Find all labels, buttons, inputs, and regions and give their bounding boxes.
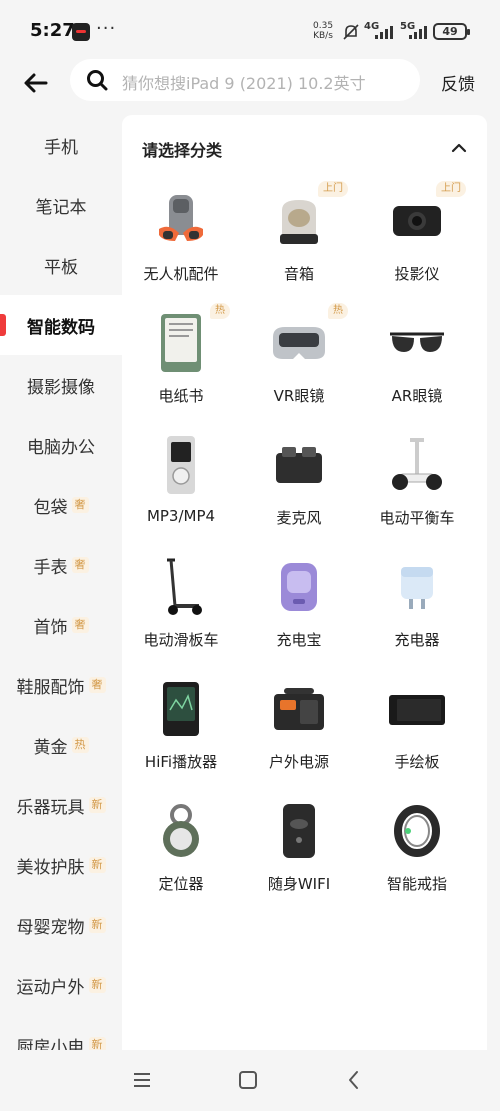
category-item-outdoor-power[interactable]: 户外电源 — [240, 671, 358, 793]
mp3-player-icon — [145, 429, 217, 501]
category-item-portable-wifi[interactable]: 随身WIFI — [240, 793, 358, 915]
category-item-tracker[interactable]: 定位器 — [122, 793, 240, 915]
sidebar-item-instruments-toys[interactable]: 乐器玩具新 — [0, 775, 122, 835]
chevron-up-icon[interactable] — [448, 137, 470, 159]
category-item-speaker[interactable]: 上门 音箱 — [240, 181, 358, 305]
power-bank-icon — [263, 551, 335, 623]
portable-wifi-icon — [263, 795, 335, 867]
sidebar-item-tablet[interactable]: 平板 — [0, 235, 122, 295]
sidebar-item-office[interactable]: 电脑办公 — [0, 415, 122, 475]
tracker-icon — [145, 795, 217, 867]
header: 猜你想搜iPad 9 (2021) 10.2英寸 反馈 — [0, 58, 500, 108]
category-item-kick-scooter[interactable]: 电动滑板车 — [122, 549, 240, 671]
sidebar-item-gold[interactable]: 黄金热 — [0, 715, 122, 775]
kick-scooter-icon — [145, 551, 217, 623]
status-bar: 5:27 ··· 0.35 KB/s 4G 5G 49 — [0, 0, 500, 58]
ereader-icon — [145, 307, 217, 379]
onsite-tag: 上门 — [436, 181, 466, 197]
charger-icon — [381, 551, 453, 623]
category-item-ar-glasses[interactable]: AR眼镜 — [358, 305, 476, 427]
luxury-tag: 奢 — [71, 497, 89, 513]
smart-ring-icon — [381, 795, 453, 867]
sidebar-item-smart-digital[interactable]: 智能数码 — [0, 295, 122, 355]
balance-scooter-icon — [381, 429, 453, 501]
drawing-tablet-icon — [381, 673, 453, 745]
hot-tag: 热 — [328, 303, 348, 319]
app-notification-icon — [72, 23, 90, 41]
system-nav-bar — [0, 1050, 500, 1111]
hifi-player-icon — [145, 673, 217, 745]
sidebar-item-phone[interactable]: 手机 — [0, 115, 122, 175]
luxury-tag: 奢 — [71, 617, 89, 633]
back-icon[interactable] — [342, 1068, 366, 1092]
category-panel: 请选择分类 无人机配件 上门 音箱 上门 投影仪 热 电纸书 热 VR眼镜 AR… — [122, 115, 487, 1065]
category-item-projector[interactable]: 上门 投影仪 — [358, 181, 476, 305]
search-input[interactable]: 猜你想搜iPad 9 (2021) 10.2英寸 — [70, 59, 420, 101]
new-tag: 新 — [88, 977, 106, 993]
outdoor-power-icon — [263, 673, 335, 745]
network-speed: 0.35 KB/s — [313, 21, 334, 41]
status-time: 5:27 — [30, 20, 75, 41]
search-icon — [87, 70, 108, 91]
sidebar-item-watches[interactable]: 手表奢 — [0, 535, 122, 595]
hot-tag: 热 — [71, 737, 89, 753]
category-item-drone-parts[interactable]: 无人机配件 — [122, 183, 240, 305]
panel-title: 请选择分类 — [142, 141, 223, 160]
vr-headset-icon — [263, 307, 335, 379]
sidebar-item-beauty[interactable]: 美妆护肤新 — [0, 835, 122, 895]
category-item-ereader[interactable]: 热 电纸书 — [122, 303, 240, 427]
new-tag: 新 — [88, 917, 106, 933]
signal-icon — [375, 26, 393, 39]
sidebar-item-camera[interactable]: 摄影摄像 — [0, 355, 122, 415]
luxury-tag: 奢 — [71, 557, 89, 573]
category-item-hifi-player[interactable]: HiFi播放器 — [122, 671, 240, 793]
category-sidebar: 手机 笔记本 平板 智能数码 摄影摄像 电脑办公 包袋奢 手表奢 首饰奢 鞋服配… — [0, 115, 122, 1050]
category-item-power-bank[interactable]: 充电宝 — [240, 549, 358, 671]
menu-icon[interactable] — [130, 1068, 154, 1092]
category-item-microphone[interactable]: 麦克风 — [240, 427, 358, 549]
mute-icon — [343, 24, 359, 40]
sidebar-item-sports[interactable]: 运动户外新 — [0, 955, 122, 1015]
category-item-balance-scooter[interactable]: 电动平衡车 — [358, 427, 476, 549]
feedback-button[interactable]: 反馈 — [441, 70, 475, 95]
hot-tag: 热 — [210, 303, 230, 319]
microphone-icon — [263, 429, 335, 501]
new-tag: 新 — [88, 857, 106, 873]
signal-icon-2 — [409, 26, 427, 39]
sidebar-item-laptop[interactable]: 笔记本 — [0, 175, 122, 235]
sidebar-item-baby-pet[interactable]: 母婴宠物新 — [0, 895, 122, 955]
category-item-charger[interactable]: 充电器 — [358, 549, 476, 671]
sidebar-item-jewelry[interactable]: 首饰奢 — [0, 595, 122, 655]
drone-icon — [145, 185, 217, 257]
sidebar-item-apparel[interactable]: 鞋服配饰奢 — [0, 655, 122, 715]
more-notifications-icon: ··· — [96, 18, 117, 39]
category-item-drawing-tablet[interactable]: 手绘板 — [358, 671, 476, 793]
home-icon[interactable] — [236, 1068, 260, 1092]
active-indicator — [0, 314, 6, 336]
category-item-vr-glasses[interactable]: 热 VR眼镜 — [240, 303, 358, 427]
search-placeholder: 猜你想搜iPad 9 (2021) 10.2英寸 — [122, 74, 366, 93]
back-arrow-icon[interactable] — [20, 67, 52, 99]
ar-glasses-icon — [381, 307, 453, 379]
onsite-tag: 上门 — [318, 181, 348, 197]
new-tag: 新 — [88, 797, 106, 813]
luxury-tag: 奢 — [88, 677, 106, 693]
sidebar-item-kitchen[interactable]: 厨房小电新 — [0, 1015, 122, 1050]
new-tag: 新 — [88, 1037, 106, 1050]
category-item-mp3[interactable]: MP3/MP4 — [122, 427, 240, 549]
battery-icon: 49 — [433, 23, 470, 40]
category-grid: 无人机配件 上门 音箱 上门 投影仪 热 电纸书 热 VR眼镜 AR眼镜 MP3… — [122, 181, 487, 915]
sidebar-item-bags[interactable]: 包袋奢 — [0, 475, 122, 535]
category-item-smart-ring[interactable]: 智能戒指 — [358, 793, 476, 915]
